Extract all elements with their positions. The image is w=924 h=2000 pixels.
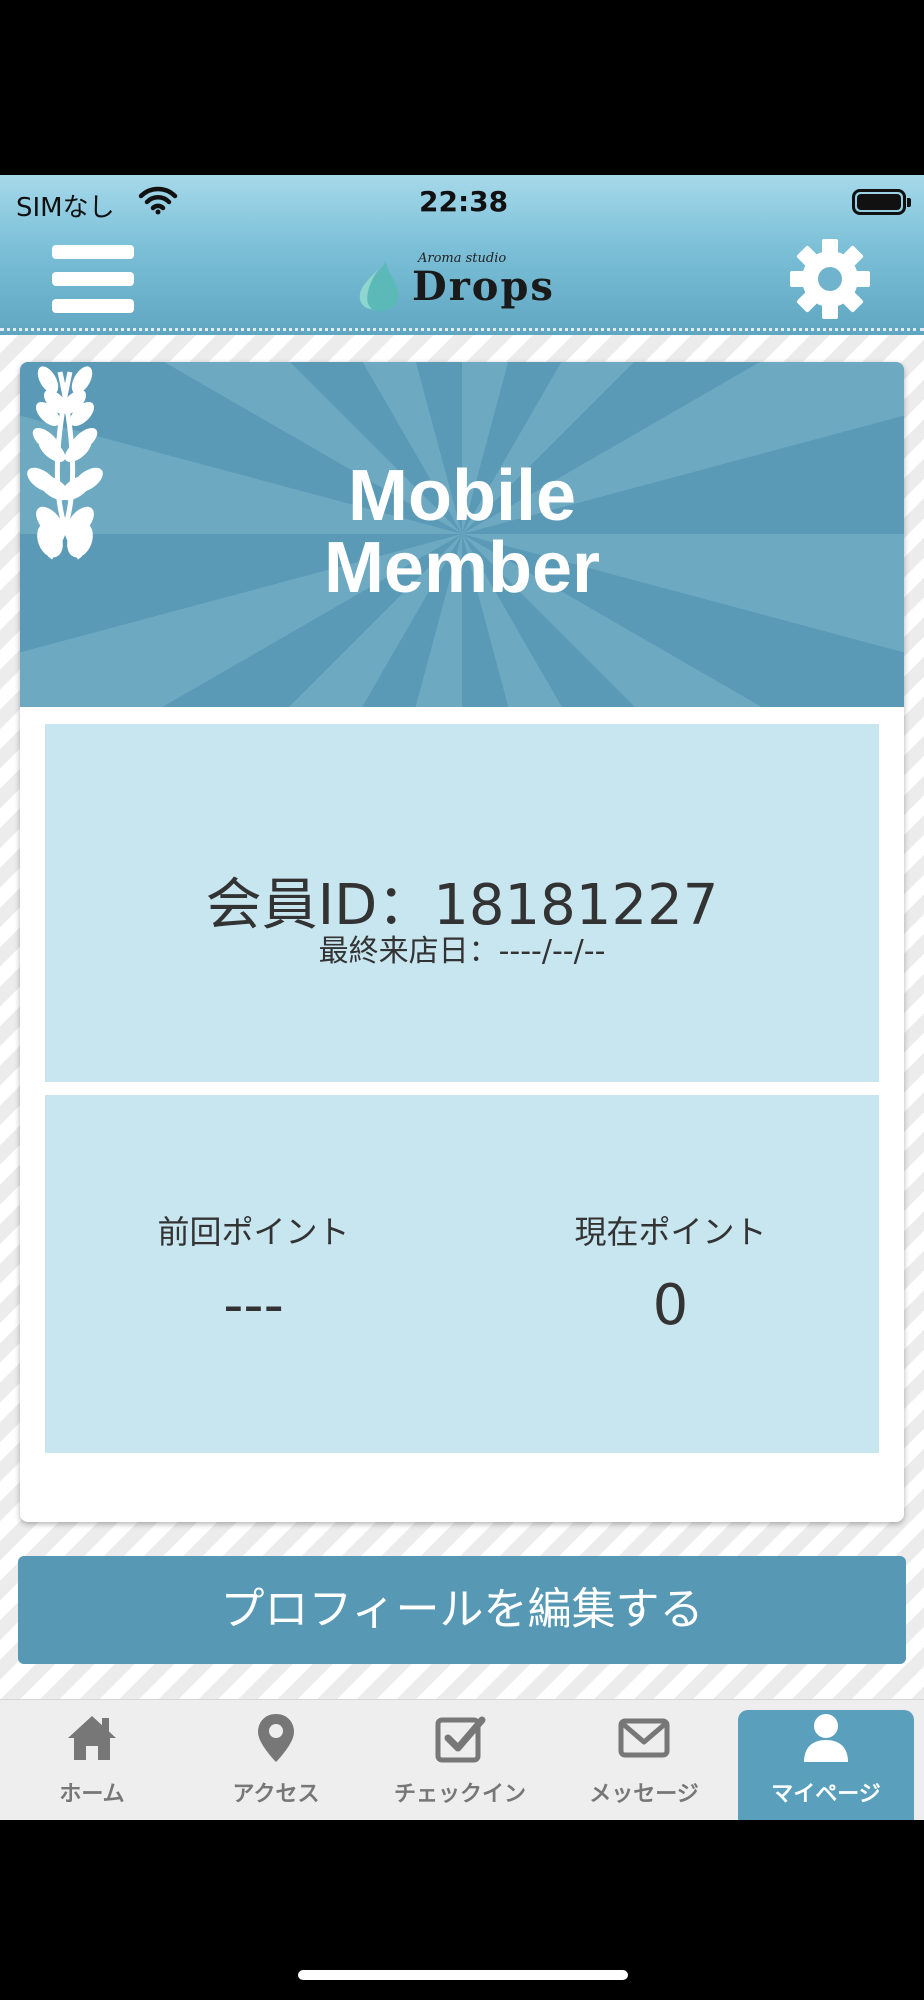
carrier-label: SIMなし [16, 193, 115, 223]
edit-profile-button[interactable]: プロフィールを編集する [18, 1556, 906, 1664]
home-indicator [298, 1970, 628, 1980]
tab-home-label: ホーム [59, 1782, 125, 1807]
envelope-icon [618, 1718, 670, 1758]
clock: 22:38 [419, 185, 509, 218]
tab-message[interactable]: メッセージ [552, 1700, 736, 1820]
previous-points-value: --- [223, 1273, 284, 1338]
tab-checkin[interactable]: チェックイン [368, 1700, 552, 1820]
app-logo: Aroma studio Drops [356, 249, 571, 313]
wifi-icon [138, 186, 178, 215]
laurel-right-icon [35, 366, 103, 560]
member-banner: Mobile Member [20, 362, 904, 707]
map-pin-icon [258, 1714, 294, 1762]
tab-home[interactable]: ホーム [0, 1700, 184, 1820]
member-card: Mobile Member 会員ID：18181227 最終来店日：----/-… [20, 362, 904, 1522]
tab-access[interactable]: アクセス [184, 1700, 368, 1820]
member-id-panel: 会員ID：18181227 最終来店日：----/--/-- [45, 724, 879, 1082]
drop-logo-icon [359, 261, 399, 311]
tab-message-label: メッセージ [589, 1782, 699, 1807]
battery-icon [852, 189, 911, 215]
menu-button[interactable] [52, 245, 134, 313]
home-icon [68, 1716, 116, 1760]
last-visit-date: 最終来店日：----/--/-- [318, 934, 606, 969]
current-points-label: 現在ポイント [574, 1213, 767, 1251]
current-points-value: 0 [652, 1273, 689, 1338]
tab-bar: ホーム アクセス チェックイン メッセージ マイページ [0, 1699, 924, 1820]
app-screen: SIMなし 22:38 Aroma studio Drops Mobile Me… [0, 175, 924, 1820]
banner-title: Mobile Member [20, 460, 904, 604]
banner-title-line1: Mobile [348, 456, 576, 536]
user-icon [804, 1714, 848, 1762]
previous-points-label: 前回ポイント [157, 1213, 350, 1251]
tab-checkin-label: チェックイン [393, 1782, 526, 1807]
banner-title-line2: Member [323, 528, 601, 608]
checkbox-icon [435, 1716, 486, 1763]
tab-access-label: アクセス [232, 1782, 320, 1807]
points-panel: 前回ポイント --- 現在ポイント 0 [45, 1095, 879, 1453]
settings-gear-icon[interactable] [788, 237, 872, 321]
tab-mypage[interactable]: マイページ [738, 1710, 914, 1820]
tab-mypage-label: マイページ [771, 1782, 881, 1807]
logo-title: Drops [412, 263, 555, 310]
header-bar: SIMなし 22:38 Aroma studio Drops [0, 175, 924, 335]
